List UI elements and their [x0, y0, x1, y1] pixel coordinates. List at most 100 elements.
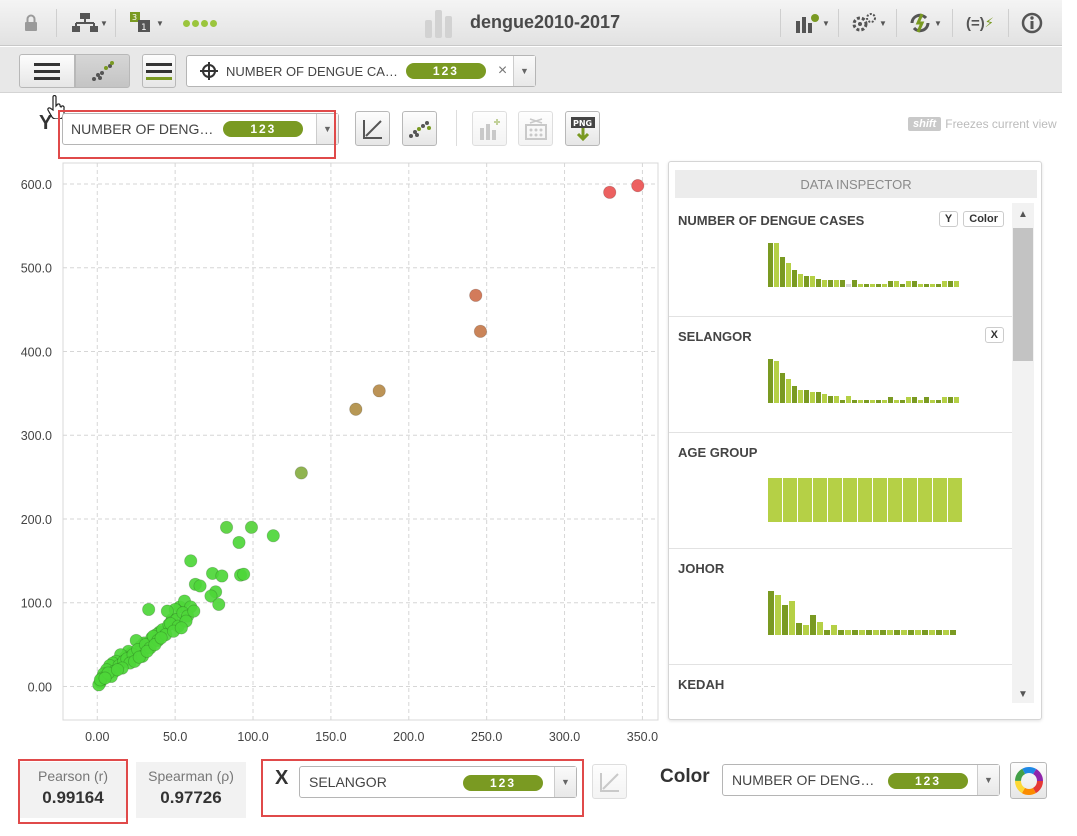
formula-icon[interactable]: (=) ⚡ — [958, 11, 1002, 35]
clear-icon[interactable]: × — [498, 62, 507, 80]
histogram-bar — [918, 284, 923, 287]
chevron-down-icon[interactable]: ▼ — [513, 56, 535, 86]
shift-key-label: shift — [908, 117, 942, 131]
data-123-icon[interactable]: 31 ▼ — [127, 11, 167, 35]
histogram-bar — [882, 400, 887, 403]
view-toolbar: NUMBER OF DENGUE CA… 123 × ▼ — [0, 47, 1062, 119]
histogram-bar — [813, 478, 827, 522]
data-point — [469, 288, 483, 302]
add-chart-button[interactable] — [472, 111, 507, 146]
color-field-label: Color — [660, 766, 710, 787]
field-tag[interactable]: Y — [938, 211, 959, 227]
histogram-bar — [930, 284, 935, 287]
objective-field-select[interactable]: NUMBER OF DENGUE CA… 123 × ▼ — [186, 55, 536, 87]
scroll-up-icon[interactable]: ▲ — [1018, 209, 1028, 220]
y-axis-letter: Y — [39, 112, 53, 134]
scatter-icon — [408, 120, 431, 138]
histogram-bar — [804, 276, 809, 287]
chevron-down-icon[interactable]: ▼ — [554, 767, 576, 797]
histogram-bar — [834, 280, 839, 287]
scatter-plot[interactable]: 0.00 50.0 100.0 150.0 200.0 250.0 300.0 350.0 0… — [0, 150, 660, 750]
histogram-bar — [798, 390, 803, 403]
data-inspector-title: DATA INSPECTOR — [675, 170, 1037, 198]
x-tick-label: 250.0 — [471, 730, 502, 744]
histogram-bar — [930, 400, 935, 403]
data-point — [215, 569, 229, 583]
chevron-down-icon[interactable]: ▼ — [316, 114, 338, 144]
export-png-button[interactable]: PNG — [565, 111, 600, 146]
y-field-select[interactable]: NUMBER OF DENG… 123 ▼ — [62, 113, 339, 145]
regression-line-button[interactable] — [355, 111, 390, 146]
inspector-field-johor[interactable]: JOHOR — [669, 549, 1012, 665]
histogram-bar — [948, 281, 953, 287]
shuffle-icon — [524, 117, 547, 140]
svg-text:PNG: PNG — [573, 119, 592, 128]
inspector-field-number-of-dengue-cases[interactable]: NUMBER OF DENGUE CASES Y Color — [669, 201, 1012, 317]
histogram-bar — [954, 397, 959, 403]
color-field-select[interactable]: NUMBER OF DENG… 123 ▼ — [722, 764, 1000, 796]
color-palette-button[interactable] — [1010, 762, 1047, 799]
settings-icon[interactable]: ▼ — [848, 11, 890, 35]
histogram-bar — [888, 397, 893, 403]
png-download-icon: PNG — [570, 116, 595, 141]
shuffle-button[interactable] — [518, 111, 553, 146]
fields-menu-button[interactable] — [142, 54, 176, 88]
spearman-value: 0.97726 — [160, 788, 222, 807]
x-regression-button[interactable] — [592, 764, 627, 799]
histogram-bar — [838, 630, 844, 635]
model-tree-icon[interactable]: ▼ — [70, 11, 110, 35]
histogram-bar — [900, 400, 905, 403]
histogram-bar — [870, 400, 875, 403]
x-tick-label: 300.0 — [549, 730, 580, 744]
data-point — [473, 324, 488, 338]
chart-icon[interactable]: ▼ — [792, 11, 832, 35]
table-view-button[interactable] — [19, 54, 75, 88]
histogram-bar — [828, 280, 833, 287]
histogram-bar — [810, 392, 815, 403]
scroll-down-icon[interactable]: ▼ — [1018, 689, 1028, 700]
inspector-field-kedah[interactable]: KEDAH — [669, 665, 1012, 719]
histogram-bar — [929, 630, 935, 635]
histogram-bar — [876, 400, 881, 403]
fields-list-icon — [146, 62, 172, 80]
field-tag[interactable]: X — [984, 327, 1004, 343]
numeric-badge: 123 — [463, 775, 543, 791]
histogram-bar — [936, 630, 942, 635]
histogram-bar — [915, 630, 921, 635]
histogram-bar — [798, 478, 812, 522]
histogram-bar — [880, 630, 886, 635]
histogram-bar — [775, 595, 781, 635]
histogram-bar — [774, 361, 779, 403]
color-wheel-icon — [1014, 766, 1043, 795]
histogram-bar — [816, 392, 821, 403]
y-tick-label: 200.0 — [21, 513, 52, 527]
histogram-bar — [843, 478, 857, 522]
histogram-bar — [942, 281, 947, 287]
data-point — [154, 631, 168, 645]
toolbar-separator — [952, 9, 953, 37]
field-name: NUMBER OF DENGUE CASES — [678, 213, 865, 228]
field-tag[interactable]: Color — [963, 211, 1004, 227]
toolbar-separator — [115, 9, 116, 37]
line-chart-icon — [362, 119, 382, 139]
inspector-field-selangor[interactable]: SELANGOR X — [669, 317, 1012, 433]
lock-icon[interactable] — [20, 11, 42, 35]
histogram-bar — [783, 478, 797, 522]
scatter-toggle-button[interactable] — [402, 111, 437, 146]
scrollbar-thumb[interactable] — [1013, 228, 1033, 361]
histogram-bar — [846, 284, 851, 287]
sync-icon[interactable]: ▼ — [904, 11, 946, 35]
histogram-bar — [924, 397, 929, 403]
field-name: SELANGOR — [678, 329, 752, 344]
inspector-field-age-group[interactable]: AGE GROUP — [669, 433, 1012, 549]
histogram-bar — [768, 478, 782, 522]
data-point — [237, 567, 251, 581]
chevron-down-icon[interactable]: ▼ — [977, 765, 999, 795]
histogram-bar — [906, 281, 911, 287]
numeric-badge: 123 — [405, 63, 486, 79]
scatter-view-button[interactable] — [75, 54, 130, 88]
info-icon[interactable] — [1020, 11, 1044, 35]
x-field-select[interactable]: SELANGOR 123 ▼ — [299, 766, 577, 798]
progress-dots-icon — [180, 11, 220, 35]
histogram-bar — [831, 625, 837, 635]
